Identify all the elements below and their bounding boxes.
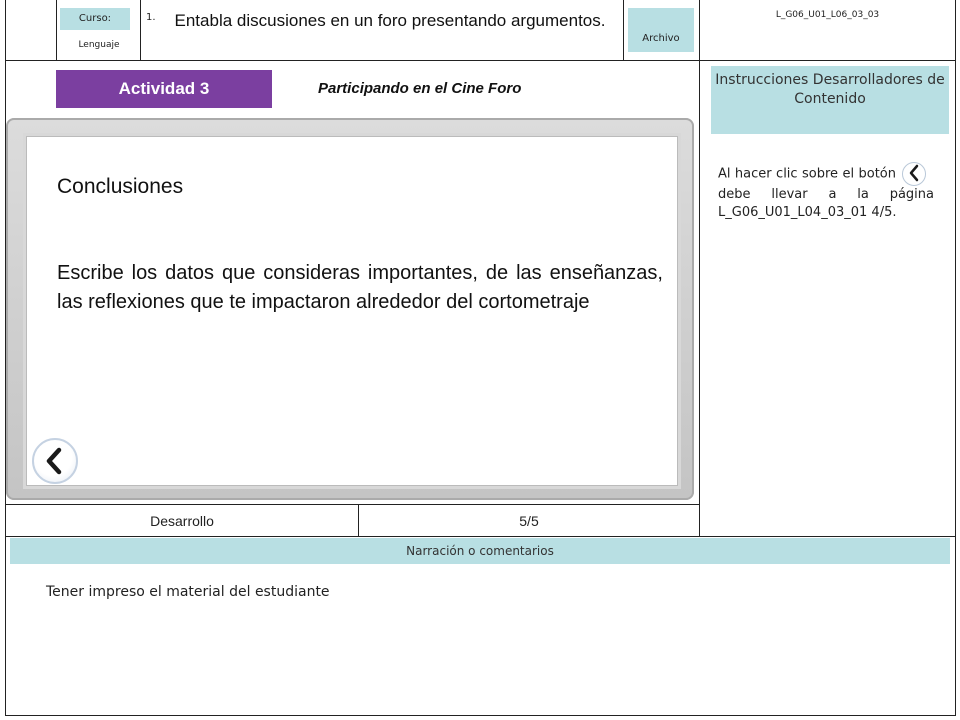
archivo-label: Archivo (628, 8, 694, 52)
objective-number: 1. (146, 12, 156, 23)
grid-line (140, 0, 141, 60)
narration-text: Tener impreso el material del estudiante (46, 584, 330, 600)
file-code: L_G06_U01_L06_03_03 (775, 10, 880, 20)
grid-line (699, 0, 700, 536)
grid-line (955, 0, 956, 716)
back-button[interactable] (32, 438, 78, 484)
inline-back-button-icon (902, 162, 926, 186)
narration-heading: Narración o comentarios (10, 538, 950, 564)
grid-line (5, 715, 956, 716)
grid-line (56, 0, 57, 60)
subject-label: Lenguaje (78, 40, 120, 50)
grid-line (5, 504, 700, 505)
grid-line (5, 536, 956, 537)
grid-line (5, 60, 956, 61)
instructions-text: Al hacer clic sobre el botón debe llevar … (718, 162, 934, 222)
slide-body: Escribe los datos que consideras importa… (57, 262, 663, 313)
chevron-left-icon (46, 447, 62, 475)
page-title: Entabla discusiones en un foro presentan… (174, 11, 606, 30)
instructions-text-after: debe llevar a la página L_G06_U01_L04_03… (718, 187, 934, 220)
instructions-text-before: Al hacer clic sobre el botón (718, 166, 896, 182)
grid-line (623, 0, 624, 60)
instructions-heading: Instrucciones Desarrolladores de Conteni… (711, 66, 949, 134)
section-label: Desarrollo (150, 513, 214, 529)
slide-heading: Conclusiones (57, 175, 184, 198)
page-number: 5/5 (519, 513, 539, 529)
curso-label: Curso: (60, 8, 130, 30)
activity-title: Participando en el Cine Foro (318, 80, 522, 97)
activity-badge: Actividad 3 (56, 70, 272, 108)
